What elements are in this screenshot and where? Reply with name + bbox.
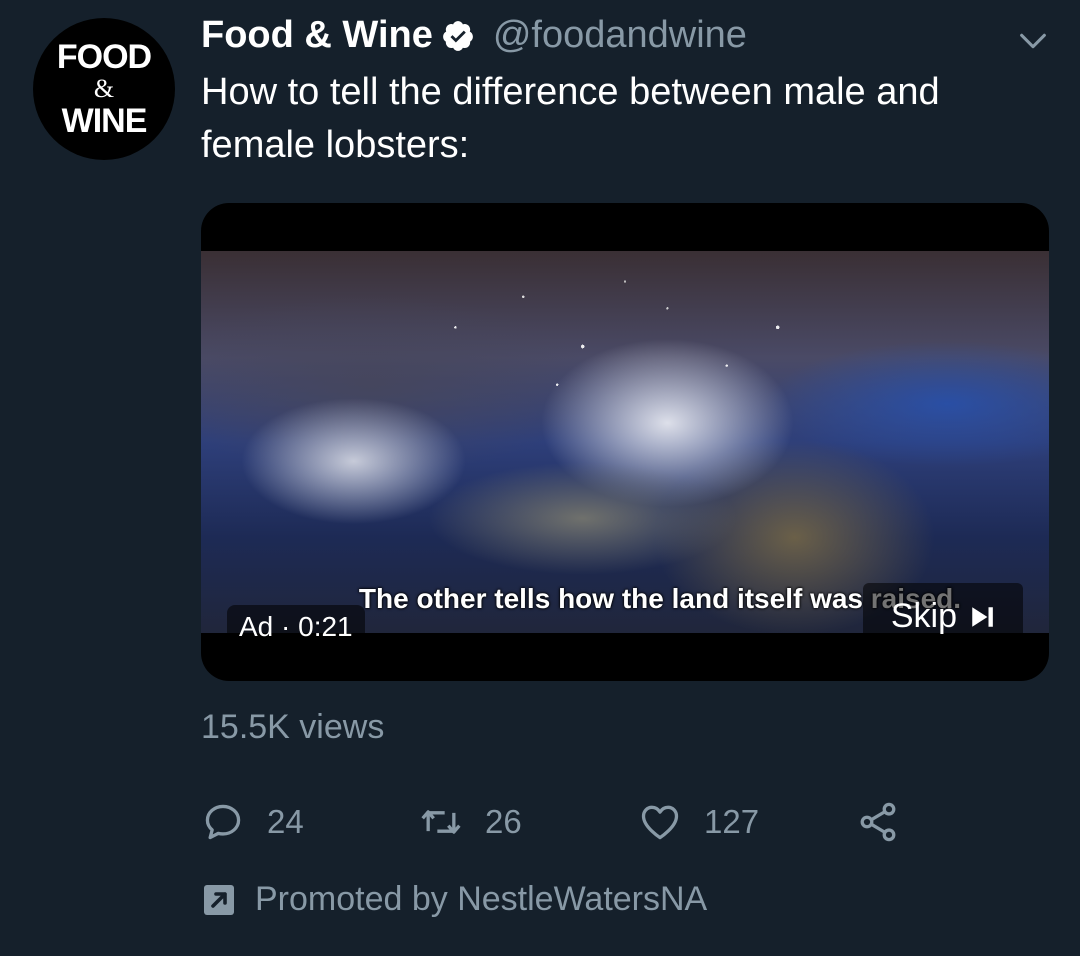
skip-ad-button[interactable]: Skip	[862, 583, 1023, 650]
view-count: 15.5K views	[201, 708, 385, 746]
tweet-header: Food & Wine @foodandwine	[201, 14, 747, 57]
avatar-text-wine: WINE	[61, 102, 148, 140]
tweet-text: How to tell the difference between male …	[201, 71, 940, 166]
promoted-text: Promoted by NestleWatersNA	[255, 880, 708, 918]
avatar-text-ampersand: &	[93, 74, 115, 103]
retweet-button[interactable]: 26	[419, 800, 522, 844]
user-handle[interactable]: @foodandwine	[493, 14, 747, 57]
skip-label: Skip	[890, 597, 957, 635]
wave-spray	[201, 251, 1049, 633]
verified-badge-icon	[442, 20, 473, 51]
heart-icon	[641, 805, 679, 840]
retweet-count: 26	[485, 803, 522, 840]
promoted-arrow-icon	[204, 884, 234, 915]
like-button[interactable]: 127	[638, 800, 759, 844]
like-count: 127	[704, 803, 760, 840]
tweet-card[interactable]: FOOD & WINE Food & Wine @foodandwine How…	[0, 0, 1080, 956]
avatar-text-food: FOOD	[56, 38, 152, 76]
video-player[interactable]: The other tells how the land itself was …	[201, 203, 1049, 681]
video-frame[interactable]	[201, 251, 1049, 633]
share-button[interactable]	[856, 800, 900, 844]
promoted-label[interactable]: Promoted by NestleWatersNA	[201, 880, 707, 919]
chevron-down-icon[interactable]	[1016, 24, 1050, 58]
avatar[interactable]: FOOD & WINE	[33, 18, 175, 160]
retweet-icon	[421, 810, 461, 834]
display-name[interactable]: Food & Wine	[201, 14, 433, 57]
action-bar: 24 26 127	[201, 800, 961, 850]
ad-timer-badge: Ad · 0:21	[227, 605, 365, 649]
share-icon	[860, 802, 896, 842]
reply-button[interactable]: 24	[201, 800, 304, 844]
reply-icon	[205, 804, 241, 840]
reply-count: 24	[267, 803, 304, 840]
skip-next-icon	[972, 606, 993, 627]
